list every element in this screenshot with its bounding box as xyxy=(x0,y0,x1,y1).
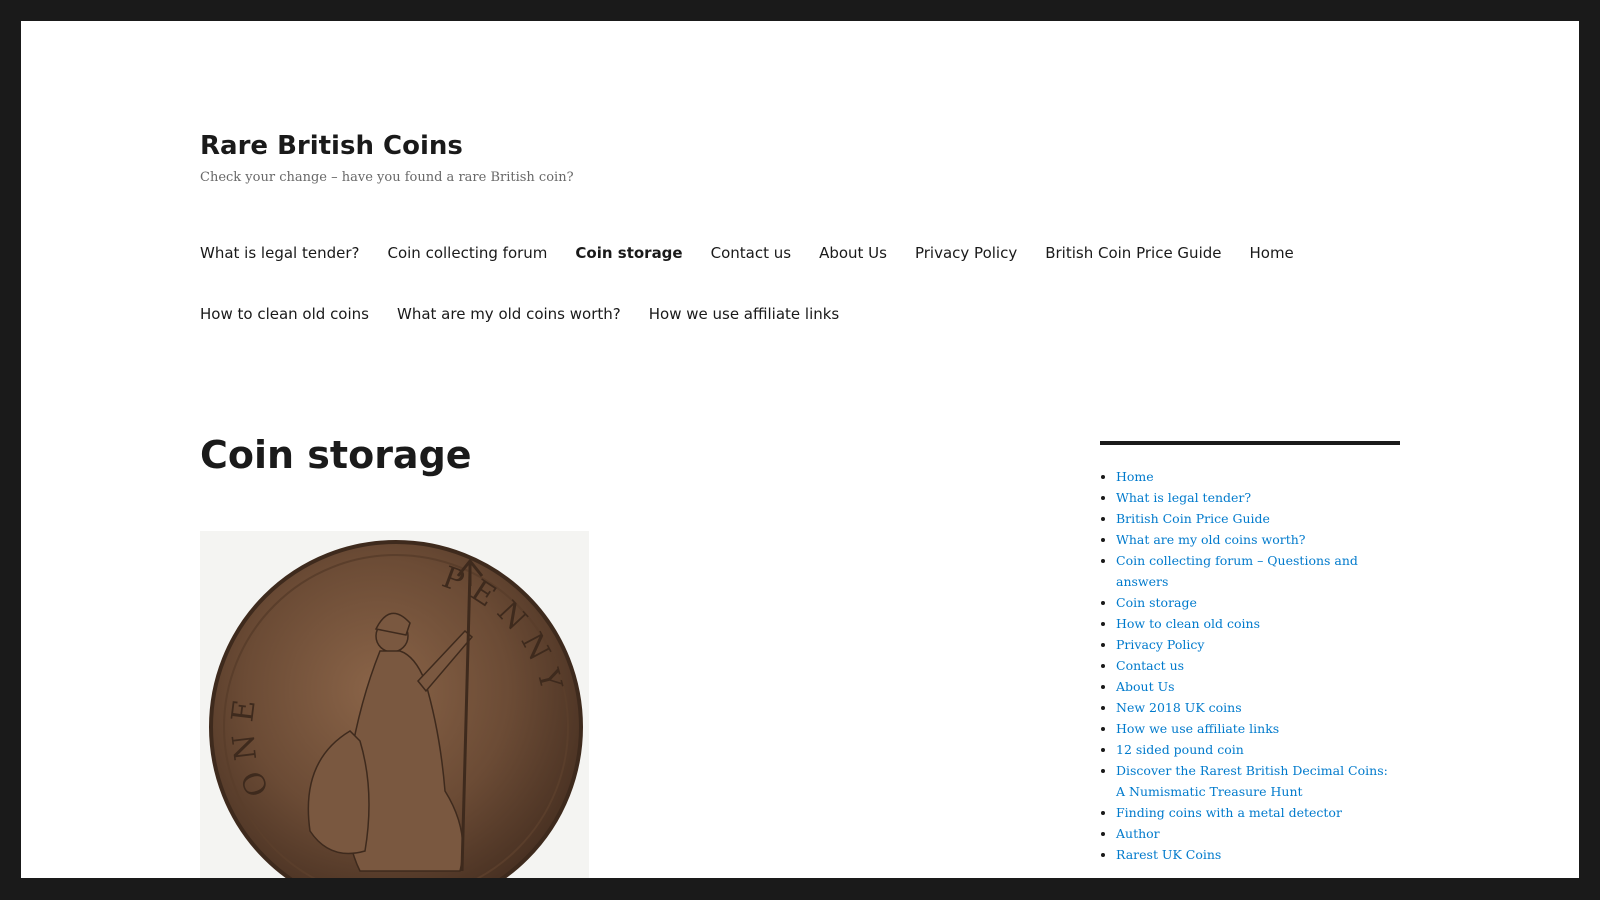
page: Rare British Coins Check your change – h… xyxy=(21,21,1579,878)
sidebar-link-new-2018-coins[interactable]: New 2018 UK coins xyxy=(1116,700,1242,715)
main-navigation: What is legal tender? Coin collecting fo… xyxy=(200,243,1400,325)
sidebar-item: New 2018 UK coins xyxy=(1116,697,1400,718)
nav-item-about-us[interactable]: About Us xyxy=(819,243,887,264)
sidebar-pages-list: Home What is legal tender? British Coin … xyxy=(1100,466,1400,865)
sidebar-link-privacy-policy[interactable]: Privacy Policy xyxy=(1116,637,1204,652)
sidebar-item: Author xyxy=(1116,823,1400,844)
nav-item-legal-tender[interactable]: What is legal tender? xyxy=(200,243,359,264)
site-title[interactable]: Rare British Coins xyxy=(200,131,463,161)
sidebar-link-forum[interactable]: Coin collecting forum – Questions and an… xyxy=(1116,553,1358,589)
nav-item-old-coins-worth[interactable]: What are my old coins worth? xyxy=(397,304,621,325)
sidebar-divider xyxy=(1100,441,1400,445)
nav-item-contact-us[interactable]: Contact us xyxy=(711,243,791,264)
sidebar-item: Rarest UK Coins xyxy=(1116,844,1400,865)
sidebar-link-affiliate-links[interactable]: How we use affiliate links xyxy=(1116,721,1279,736)
sidebar-link-metal-detector[interactable]: Finding coins with a metal detector xyxy=(1116,805,1342,820)
nav-item-clean-old-coins[interactable]: How to clean old coins xyxy=(200,304,369,325)
sidebar-link-rarest-uk-coins[interactable]: Rarest UK Coins xyxy=(1116,847,1221,862)
nav-item-coin-storage[interactable]: Coin storage xyxy=(575,243,682,264)
nav-item-home[interactable]: Home xyxy=(1249,243,1293,264)
sidebar-item: About Us xyxy=(1116,676,1400,697)
sidebar-link-price-guide[interactable]: British Coin Price Guide xyxy=(1116,511,1270,526)
sidebar-link-12-sided-pound[interactable]: 12 sided pound coin xyxy=(1116,742,1244,757)
sidebar-item: What are my old coins worth? xyxy=(1116,529,1400,550)
sidebar-link-about-us[interactable]: About Us xyxy=(1116,679,1175,694)
sidebar-item: Finding coins with a metal detector xyxy=(1116,802,1400,823)
sidebar-link-legal-tender[interactable]: What is legal tender? xyxy=(1116,490,1251,505)
nav-item-affiliate-links[interactable]: How we use affiliate links xyxy=(649,304,840,325)
sidebar-item: 12 sided pound coin xyxy=(1116,739,1400,760)
penny-coin-illustration: ONE PENNY xyxy=(209,540,583,878)
sidebar-item: Contact us xyxy=(1116,655,1400,676)
sidebar-item: How to clean old coins xyxy=(1116,613,1400,634)
sidebar-link-rarest-decimal-coins[interactable]: Discover the Rarest British Decimal Coin… xyxy=(1116,763,1388,799)
sidebar-link-author[interactable]: Author xyxy=(1116,826,1160,841)
sidebar-link-clean-old-coins[interactable]: How to clean old coins xyxy=(1116,616,1260,631)
page-title: Coin storage xyxy=(200,433,472,477)
site-description: Check your change – have you found a rar… xyxy=(200,170,574,185)
sidebar-item: Privacy Policy xyxy=(1116,634,1400,655)
sidebar-item: Discover the Rarest British Decimal Coin… xyxy=(1116,760,1400,802)
sidebar-item: Coin collecting forum – Questions and an… xyxy=(1116,550,1400,592)
sidebar-link-contact-us[interactable]: Contact us xyxy=(1116,658,1184,673)
sidebar-item: Coin storage xyxy=(1116,592,1400,613)
sidebar-link-coin-storage[interactable]: Coin storage xyxy=(1116,595,1197,610)
sidebar-item: Home xyxy=(1116,466,1400,487)
sidebar-link-old-coins-worth[interactable]: What are my old coins worth? xyxy=(1116,532,1305,547)
sidebar-item: How we use affiliate links xyxy=(1116,718,1400,739)
sidebar-item: What is legal tender? xyxy=(1116,487,1400,508)
nav-item-privacy-policy[interactable]: Privacy Policy xyxy=(915,243,1017,264)
sidebar-item: British Coin Price Guide xyxy=(1116,508,1400,529)
nav-item-coin-collecting-forum[interactable]: Coin collecting forum xyxy=(387,243,547,264)
nav-item-price-guide[interactable]: British Coin Price Guide xyxy=(1045,243,1221,264)
sidebar-link-home[interactable]: Home xyxy=(1116,469,1154,484)
penny-coin-image: ONE PENNY xyxy=(200,531,589,878)
